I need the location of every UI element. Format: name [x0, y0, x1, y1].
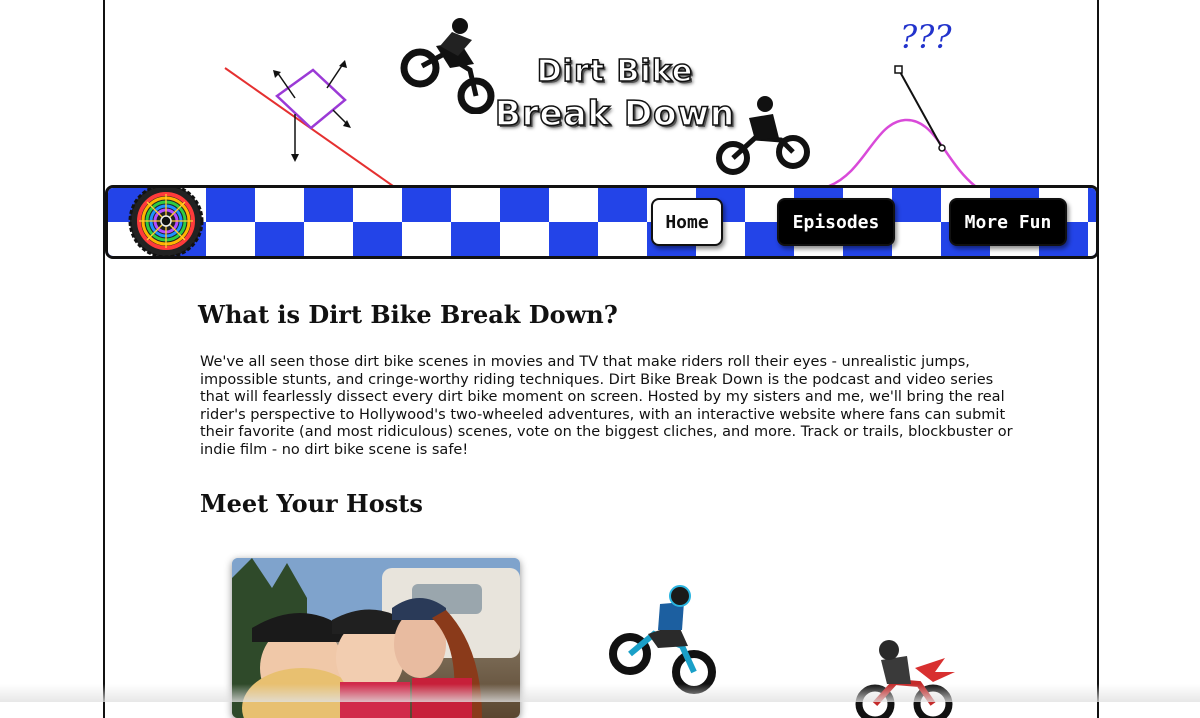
- incline-diagram-icon: [224, 60, 394, 187]
- nav-checker-row-bottom: [108, 222, 1096, 256]
- nav-bar: Home Episodes More Fun: [105, 185, 1099, 259]
- site-title-line2: Break Down: [494, 93, 736, 135]
- what-is-heading: What is Dirt Bike Break Down?: [198, 300, 618, 329]
- dirt-bike-rider-icon: [716, 96, 810, 175]
- sine-curve-icon: [828, 65, 976, 188]
- red-dirt-bike-icon: [855, 640, 955, 718]
- meet-hosts-heading: Meet Your Hosts: [200, 489, 423, 518]
- rainbow-wheel-icon[interactable]: [127, 185, 205, 259]
- nav-episodes-button[interactable]: Episodes: [777, 198, 895, 246]
- intro-paragraph: We've all seen those dirt bike scenes in…: [200, 354, 1013, 458]
- question-marks: ???: [900, 18, 952, 56]
- dirt-bike-rider-icon: [400, 18, 495, 114]
- bottom-fade: [0, 684, 1200, 702]
- blue-dirt-bike-icon: [609, 585, 716, 694]
- nav-home-button[interactable]: Home: [651, 198, 723, 246]
- page-container: Dirt Bike Break Down ??? Home Episodes M…: [103, 0, 1099, 718]
- nav-more-fun-button[interactable]: More Fun: [949, 198, 1067, 246]
- site-header: Dirt Bike Break Down ???: [105, 0, 1097, 188]
- site-title-line1: Dirt Bike: [536, 53, 694, 90]
